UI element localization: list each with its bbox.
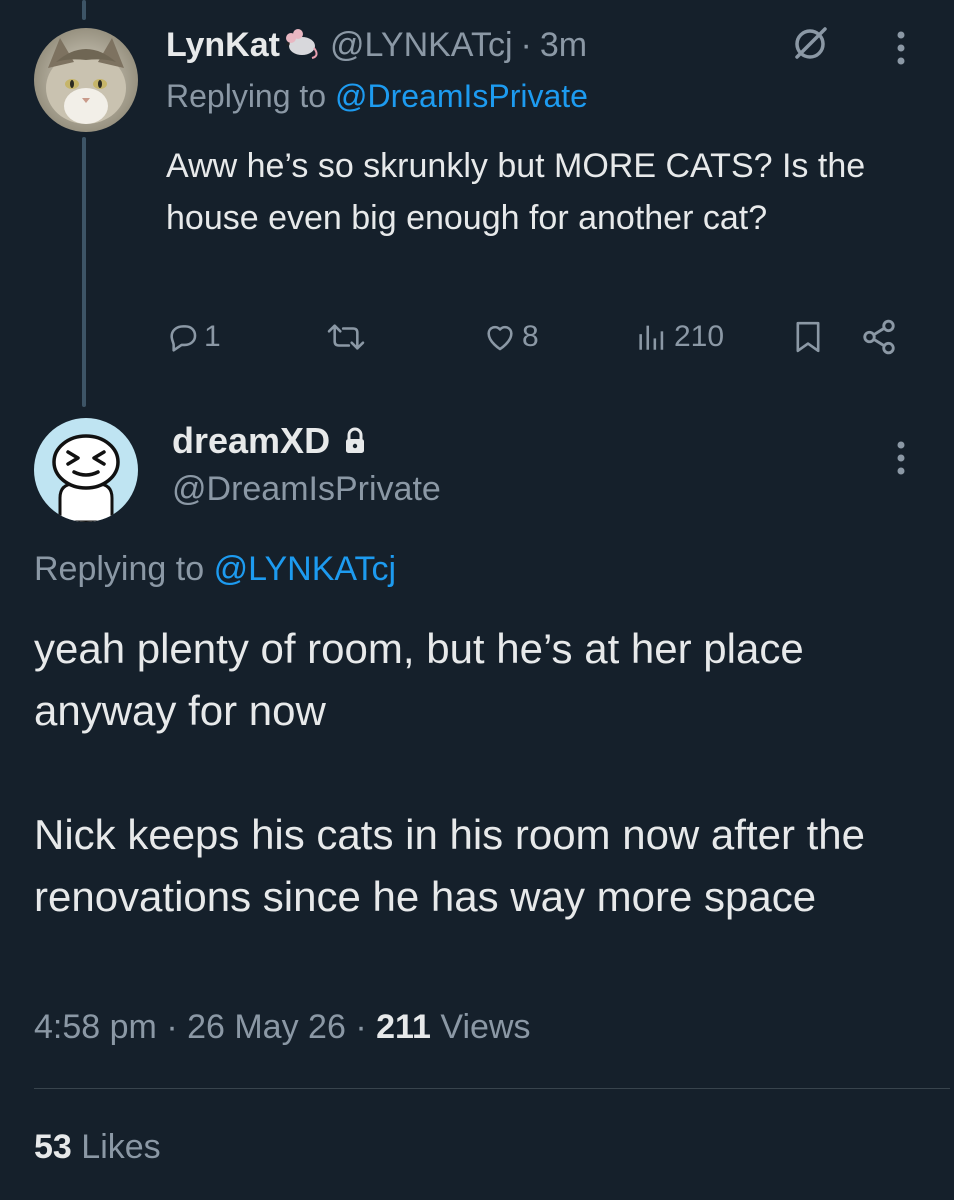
replying-to: Replying to @LYNKATcj bbox=[34, 550, 396, 589]
replying-prefix: Replying to bbox=[166, 78, 327, 114]
grok-icon[interactable] bbox=[790, 24, 830, 64]
views-button[interactable]: 210 bbox=[634, 312, 724, 362]
retweet-button[interactable] bbox=[326, 312, 370, 362]
views-label: Views bbox=[440, 1008, 531, 1046]
separator-dot: · bbox=[166, 1008, 178, 1046]
likes-summary[interactable]: 53 Likes bbox=[34, 1128, 161, 1167]
likes-label: Likes bbox=[81, 1128, 161, 1166]
replying-to-link[interactable]: @DreamIsPrivate bbox=[335, 78, 588, 114]
tweet-date[interactable]: 26 May 26 bbox=[187, 1008, 346, 1046]
tweet-paragraph: yeah plenty of room, but he’s at her pla… bbox=[34, 625, 804, 734]
divider bbox=[34, 1088, 950, 1089]
share-icon bbox=[863, 319, 895, 355]
reply-count: 1 bbox=[204, 320, 221, 353]
tweet-time[interactable]: 4:58 pm bbox=[34, 1008, 157, 1046]
more-vertical-icon[interactable] bbox=[893, 440, 909, 476]
thread-line-top bbox=[82, 0, 86, 20]
author-name-row: dreamXD bbox=[172, 420, 366, 462]
separator-dot: · bbox=[355, 1008, 367, 1046]
like-count: 8 bbox=[522, 320, 539, 353]
replying-to: Replying to @DreamIsPrivate bbox=[166, 78, 588, 115]
replying-to-link[interactable]: @LYNKATcj bbox=[214, 550, 397, 588]
avatar-lynkat[interactable] bbox=[34, 28, 138, 132]
lock-icon bbox=[346, 427, 365, 453]
rat-emoji-icon bbox=[282, 26, 322, 60]
like-button[interactable]: 8 bbox=[482, 312, 539, 362]
more-vertical-icon[interactable] bbox=[893, 30, 909, 66]
likes-count: 53 bbox=[34, 1128, 72, 1166]
views-icon bbox=[639, 325, 664, 350]
timestamp[interactable]: 3m bbox=[540, 26, 587, 65]
tweet-meta: 4:58 pm · 26 May 26 · 211 Views bbox=[34, 1008, 531, 1047]
view-count: 210 bbox=[674, 320, 725, 353]
handle[interactable]: @DreamIsPrivate bbox=[172, 470, 441, 509]
thread-line bbox=[82, 137, 86, 407]
bookmark-icon bbox=[796, 321, 820, 353]
display-name[interactable]: LynKat bbox=[166, 26, 280, 65]
bookmark-button[interactable] bbox=[792, 312, 824, 362]
tweet-text: Aww he’s so skrunkly but MORE CATS? Is t… bbox=[166, 147, 866, 237]
tweet-text: yeah plenty of room, but he’s at her pla… bbox=[34, 618, 924, 928]
avatar-dreamxd[interactable] bbox=[34, 418, 138, 522]
share-button[interactable] bbox=[860, 312, 898, 362]
heart-icon bbox=[487, 325, 513, 351]
tweet-paragraph: Nick keeps his cats in his room now afte… bbox=[34, 811, 866, 920]
display-name[interactable]: dreamXD bbox=[172, 420, 330, 462]
separator-dot: · bbox=[520, 26, 532, 64]
reply-icon bbox=[170, 325, 197, 352]
replying-prefix: Replying to bbox=[34, 550, 205, 588]
action-bar: 1 8 210 bbox=[166, 312, 906, 362]
handle[interactable]: @LYNKATcj bbox=[330, 26, 513, 65]
views-count: 211 bbox=[376, 1008, 431, 1046]
retweet-icon bbox=[327, 324, 365, 350]
reply-button[interactable]: 1 bbox=[166, 312, 221, 362]
